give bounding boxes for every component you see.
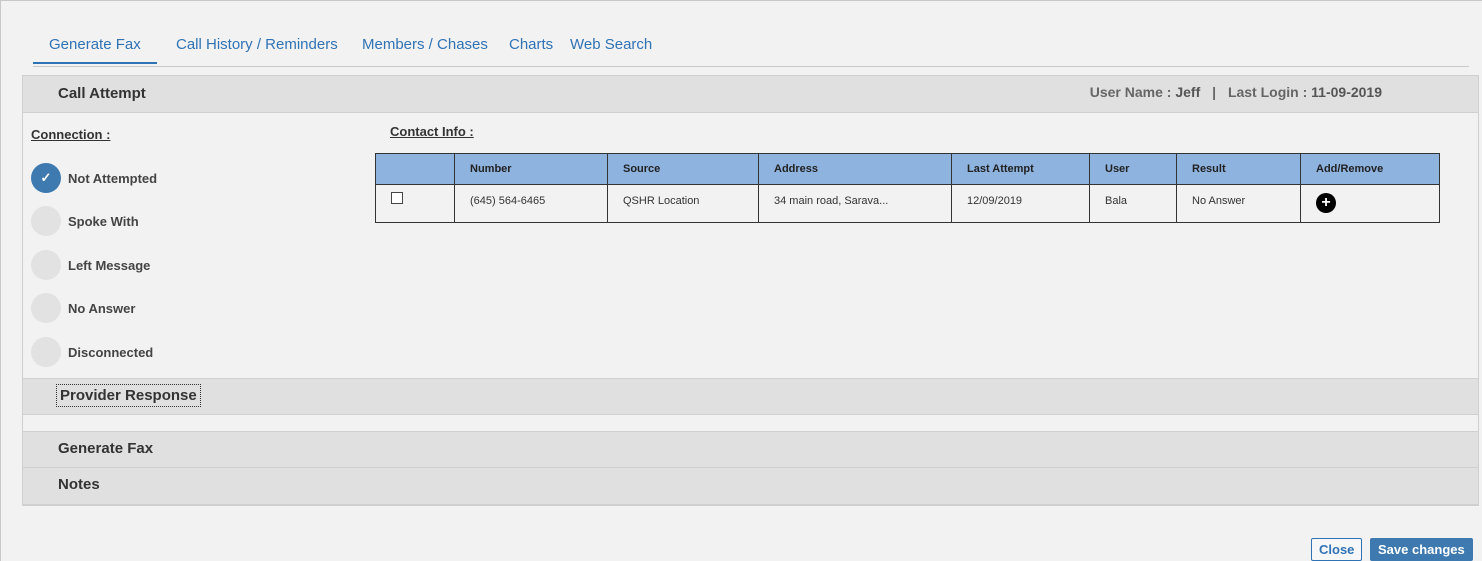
provider-response-title: Provider Response bbox=[56, 384, 201, 407]
table-header-row: Number Source Address Last Attempt User … bbox=[375, 153, 1440, 185]
generate-fax-header[interactable]: Generate Fax bbox=[23, 431, 1478, 468]
radio-button[interactable] bbox=[31, 293, 61, 323]
cell-source: QSHR Location bbox=[607, 184, 759, 223]
user-name-value: Jeff bbox=[1175, 84, 1201, 100]
connection-option-disconnected[interactable]: Disconnected bbox=[31, 337, 153, 367]
contact-table: Number Source Address Last Attempt User … bbox=[375, 153, 1440, 223]
option-label: No Answer bbox=[68, 300, 136, 316]
tab-members-chases[interactable]: Members / Chases bbox=[362, 31, 488, 64]
connection-option-spoke-with[interactable]: Spoke With bbox=[31, 206, 139, 236]
tab-charts[interactable]: Charts bbox=[509, 31, 553, 64]
column-header-source: Source bbox=[607, 153, 759, 185]
notes-title: Notes bbox=[58, 476, 100, 493]
accordion-panel: Call Attempt User Name : Jeff | Last Log… bbox=[22, 75, 1479, 506]
cell-user: Bala bbox=[1089, 184, 1177, 223]
column-header-last-attempt: Last Attempt bbox=[951, 153, 1090, 185]
column-header-user: User bbox=[1089, 153, 1177, 185]
column-header-address: Address bbox=[758, 153, 952, 185]
save-changes-button[interactable]: Save changes bbox=[1370, 538, 1473, 561]
column-header-result: Result bbox=[1176, 153, 1301, 185]
modal-frame: Generate Fax Call History / Reminders Me… bbox=[0, 0, 1482, 561]
column-header-add-remove: Add/Remove bbox=[1300, 153, 1440, 185]
option-label: Left Message bbox=[68, 257, 151, 273]
generate-fax-title: Generate Fax bbox=[58, 440, 154, 457]
user-name-label: User Name : bbox=[1089, 84, 1172, 100]
last-login-label: Last Login : bbox=[1227, 84, 1308, 100]
connection-option-not-attempted[interactable]: ✓ Not Attempted bbox=[31, 163, 157, 193]
cell-add-remove: + bbox=[1300, 184, 1440, 223]
contact-info-label: Contact Info : bbox=[390, 124, 474, 139]
cell-number: (645) 564-6465 bbox=[454, 184, 608, 223]
column-header-number: Number bbox=[454, 153, 608, 185]
cell-address: 34 main road, Sarava... bbox=[758, 184, 952, 223]
radio-button[interactable] bbox=[31, 337, 61, 367]
row-select-cell bbox=[375, 184, 455, 223]
last-login-value: 11-09-2019 bbox=[1311, 84, 1382, 100]
call-attempt-header[interactable]: Call Attempt User Name : Jeff | Last Log… bbox=[23, 76, 1478, 113]
connection-option-no-answer[interactable]: No Answer bbox=[31, 293, 135, 323]
connection-label: Connection : bbox=[31, 127, 111, 142]
user-info: User Name : Jeff | Last Login : 11-09-20… bbox=[1090, 84, 1382, 100]
cell-result: No Answer bbox=[1176, 184, 1301, 223]
plus-circle-icon[interactable]: + bbox=[1316, 193, 1336, 213]
radio-button[interactable] bbox=[31, 250, 61, 280]
option-label: Not Attempted bbox=[68, 170, 158, 186]
tab-bar: Generate Fax Call History / Reminders Me… bbox=[33, 31, 1469, 67]
column-header-select bbox=[375, 153, 455, 185]
connection-option-left-message[interactable]: Left Message bbox=[31, 250, 150, 280]
info-separator: | bbox=[1212, 84, 1217, 100]
table-row: (645) 564-6465 QSHR Location 34 main roa… bbox=[375, 184, 1440, 223]
radio-button[interactable] bbox=[31, 206, 61, 236]
notes-header[interactable]: Notes bbox=[23, 468, 1478, 505]
close-button[interactable]: Close bbox=[1311, 538, 1363, 561]
tab-generate-fax[interactable]: Generate Fax bbox=[33, 31, 157, 64]
cell-last-attempt: 12/09/2019 bbox=[951, 184, 1090, 223]
option-label: Spoke With bbox=[68, 213, 139, 229]
provider-response-header[interactable]: Provider Response bbox=[23, 378, 1478, 415]
call-attempt-title: Call Attempt bbox=[58, 85, 146, 102]
tab-call-history[interactable]: Call History / Reminders bbox=[176, 31, 338, 64]
option-label: Disconnected bbox=[68, 344, 154, 360]
tab-web-search[interactable]: Web Search bbox=[570, 31, 652, 64]
check-icon[interactable]: ✓ bbox=[31, 163, 61, 193]
row-checkbox[interactable] bbox=[391, 192, 403, 204]
